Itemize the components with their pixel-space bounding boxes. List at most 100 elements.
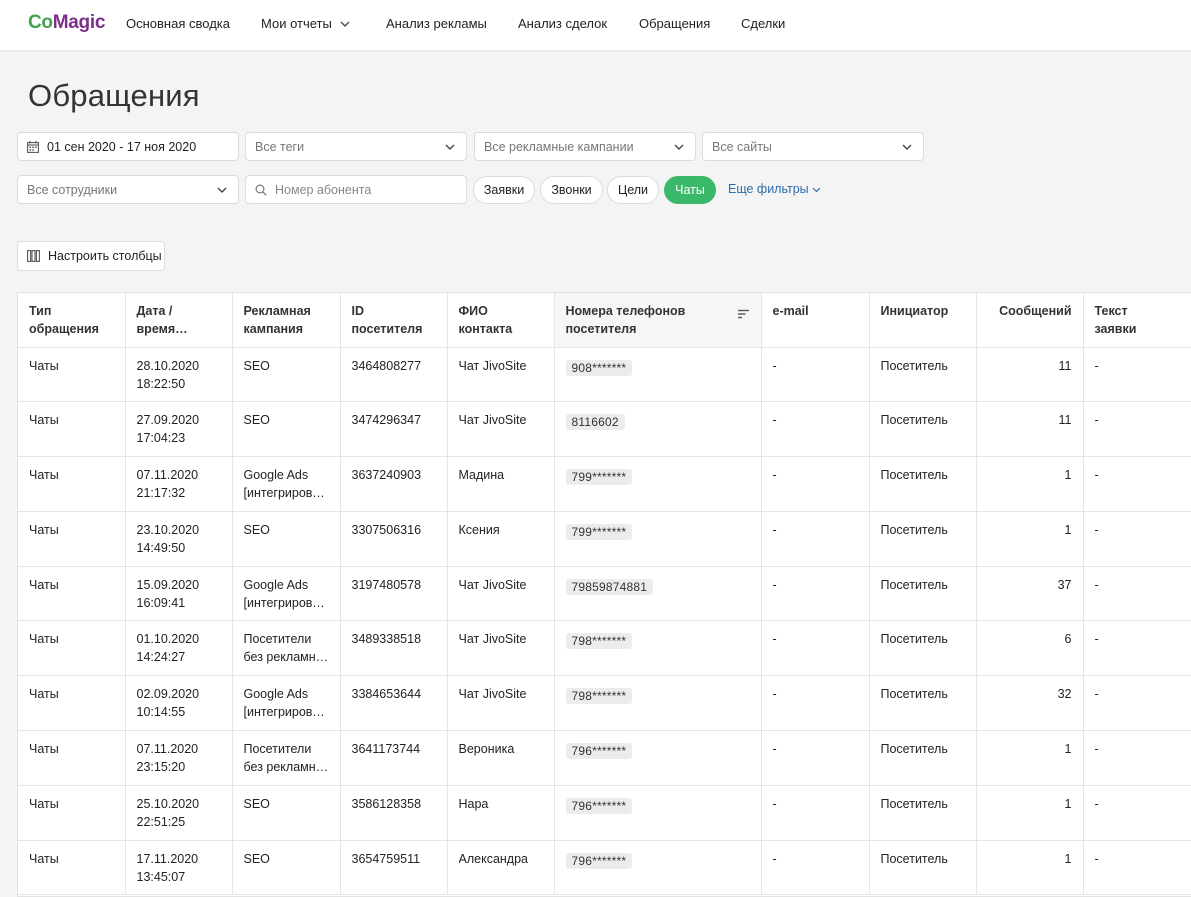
table-row[interactable]: Чаты 27.09.2020 17:04:23 SEO 3474296347 Чат J… — [18, 401, 1191, 458]
cell-initiator: Посетитель — [869, 620, 977, 677]
cell-request-text: - — [1083, 785, 1191, 841]
cell-datetime: 25.10.2020 22:51:25 — [125, 785, 233, 841]
chevron-down-icon — [902, 144, 912, 150]
chevron-down-icon — [812, 187, 821, 193]
column-header-request-text[interactable]: Текст заявки — [1083, 293, 1191, 348]
cell-visitor-id: 3637240903 — [340, 456, 448, 512]
sites-select[interactable]: Все сайты — [702, 132, 924, 161]
cell-visitor-id: 3464808277 — [340, 347, 448, 403]
column-header-campaign[interactable]: Рекламная кампания — [232, 293, 341, 348]
cell-datetime: 17.11.2020 13:45:07 — [125, 840, 233, 896]
comagic-logo[interactable]: CoMagic — [28, 12, 105, 34]
filter-pill-chats[interactable]: Чаты — [664, 176, 716, 204]
nav-item-deal-analysis[interactable]: Анализ сделок — [518, 16, 607, 31]
cell-email: - — [761, 347, 870, 403]
cell-request-text: - — [1083, 675, 1191, 732]
cell-type: Чаты — [18, 675, 126, 732]
phone-search-input[interactable] — [275, 182, 455, 197]
cell-campaign: SEO — [232, 840, 341, 896]
chevron-down-icon — [674, 144, 684, 150]
cell-contact-name: Нара — [447, 785, 555, 841]
phone-chip[interactable]: 799******* — [565, 523, 633, 540]
phone-chip[interactable]: 796******* — [565, 852, 633, 869]
nav-item-main-summary[interactable]: Основная сводка — [126, 16, 230, 31]
cell-visitor-id: 3654759511 — [340, 840, 448, 896]
cell-datetime: 23.10.2020 14:49:50 — [125, 511, 233, 567]
table-row[interactable]: Чаты 17.11.2020 13:45:07 SEO 3654759511 Алекс… — [18, 840, 1191, 896]
cell-request-text: - — [1083, 401, 1191, 458]
chevron-down-icon — [445, 144, 455, 150]
nav-item-appeals[interactable]: Обращения — [639, 16, 710, 31]
filter-pill-goals[interactable]: Цели — [607, 176, 659, 204]
phone-chip[interactable]: 799******* — [565, 469, 633, 486]
cell-email: - — [761, 730, 870, 786]
column-header-initiator[interactable]: Инициатор — [869, 293, 977, 348]
cell-phone: 79859874881 — [554, 566, 762, 622]
cell-contact-name: Чат JivoSite — [447, 620, 555, 677]
more-filters-link[interactable]: Еще фильтры — [728, 182, 821, 196]
column-header-visitor-id[interactable]: ID посетителя — [340, 293, 448, 348]
top-nav: CoMagic Основная сводка Мои отчеты Анали… — [0, 0, 1191, 50]
table-row[interactable]: Чаты 25.10.2020 22:51:25 SEO 3586128358 Нара 7… — [18, 785, 1191, 841]
phone-chip[interactable]: 796******* — [565, 797, 633, 814]
cell-messages: 6 — [976, 620, 1084, 677]
phone-chip[interactable]: 8116602 — [565, 414, 625, 431]
tags-select[interactable]: Все теги — [245, 132, 467, 161]
cell-email: - — [761, 401, 870, 458]
nav-item-my-reports[interactable]: Мои отчеты — [261, 16, 350, 31]
phone-chip[interactable]: 796******* — [565, 743, 633, 760]
filter-pill-calls[interactable]: Звонки — [540, 176, 603, 204]
cell-phone: 798******* — [554, 675, 762, 732]
date-range-picker[interactable]: 01 сен 2020 - 17 ноя 2020 — [17, 132, 239, 161]
cell-visitor-id: 3489338518 — [340, 620, 448, 677]
column-header-contact-name[interactable]: ФИО контакта — [447, 293, 555, 348]
column-header-messages[interactable]: Сообщений — [976, 293, 1084, 348]
nav-item-ad-analysis[interactable]: Анализ рекламы — [386, 16, 487, 31]
cell-messages: 1 — [976, 456, 1084, 512]
cell-type: Чаты — [18, 620, 126, 677]
cell-messages: 1 — [976, 730, 1084, 786]
table-row[interactable]: Чаты 28.10.2020 18:22:50 SEO 3464808277 Чат J… — [18, 347, 1191, 403]
configure-columns-button[interactable]: Настроить столбцы — [17, 241, 165, 271]
cell-datetime: 28.10.2020 18:22:50 — [125, 347, 233, 403]
chevron-down-icon — [217, 187, 227, 193]
phone-search-field[interactable] — [245, 175, 467, 204]
chevron-down-icon — [340, 16, 350, 31]
filter-pill-requests[interactable]: Заявки — [473, 176, 535, 204]
table-row[interactable]: Чаты 02.09.2020 10:14:55 Google Ads [интегри… — [18, 675, 1191, 732]
cell-type: Чаты — [18, 511, 126, 567]
cell-messages: 1 — [976, 840, 1084, 896]
cell-type: Чаты — [18, 785, 126, 841]
cell-phone: 796******* — [554, 730, 762, 786]
cell-messages: 1 — [976, 511, 1084, 567]
phone-chip[interactable]: 798******* — [565, 633, 633, 650]
employees-select[interactable]: Все сотрудники — [17, 175, 239, 204]
table-row[interactable]: Чаты 01.10.2020 14:24:27 Посетители без рекл… — [18, 620, 1191, 677]
cell-visitor-id: 3474296347 — [340, 401, 448, 458]
column-header-datetime[interactable]: Дата / время… — [125, 293, 233, 348]
phone-chip[interactable]: 798******* — [565, 688, 633, 705]
table-row[interactable]: Чаты 15.09.2020 16:09:41 Google Ads [интегри… — [18, 566, 1191, 622]
cell-request-text: - — [1083, 620, 1191, 677]
column-header-type[interactable]: Тип обращения — [18, 293, 126, 348]
table-row[interactable]: Чаты 23.10.2020 14:49:50 SEO 3307506316 Ксени… — [18, 511, 1191, 567]
cell-email: - — [761, 840, 870, 896]
cell-type: Чаты — [18, 401, 126, 458]
cell-phone: 798******* — [554, 620, 762, 677]
column-header-email[interactable]: e-mail — [761, 293, 870, 348]
cell-initiator: Посетитель — [869, 456, 977, 512]
cell-datetime: 01.10.2020 14:24:27 — [125, 620, 233, 677]
table-row[interactable]: Чаты 07.11.2020 23:15:20 Посетители без рекл… — [18, 730, 1191, 786]
cell-type: Чаты — [18, 840, 126, 896]
cell-datetime: 15.09.2020 16:09:41 — [125, 566, 233, 622]
cell-datetime: 07.11.2020 23:15:20 — [125, 730, 233, 786]
phone-chip[interactable]: 908******* — [565, 359, 633, 376]
cell-type: Чаты — [18, 730, 126, 786]
table-row[interactable]: Чаты 07.11.2020 21:17:32 Google Ads [интегри… — [18, 456, 1191, 512]
phone-chip[interactable]: 79859874881 — [565, 578, 654, 595]
cell-datetime: 02.09.2020 10:14:55 — [125, 675, 233, 732]
nav-item-deals[interactable]: Сделки — [741, 16, 785, 31]
sort-icon[interactable] — [737, 306, 749, 324]
campaigns-select[interactable]: Все рекламные кампании — [474, 132, 696, 161]
column-header-phones[interactable]: Номера телефонов посетителя — [554, 293, 762, 348]
